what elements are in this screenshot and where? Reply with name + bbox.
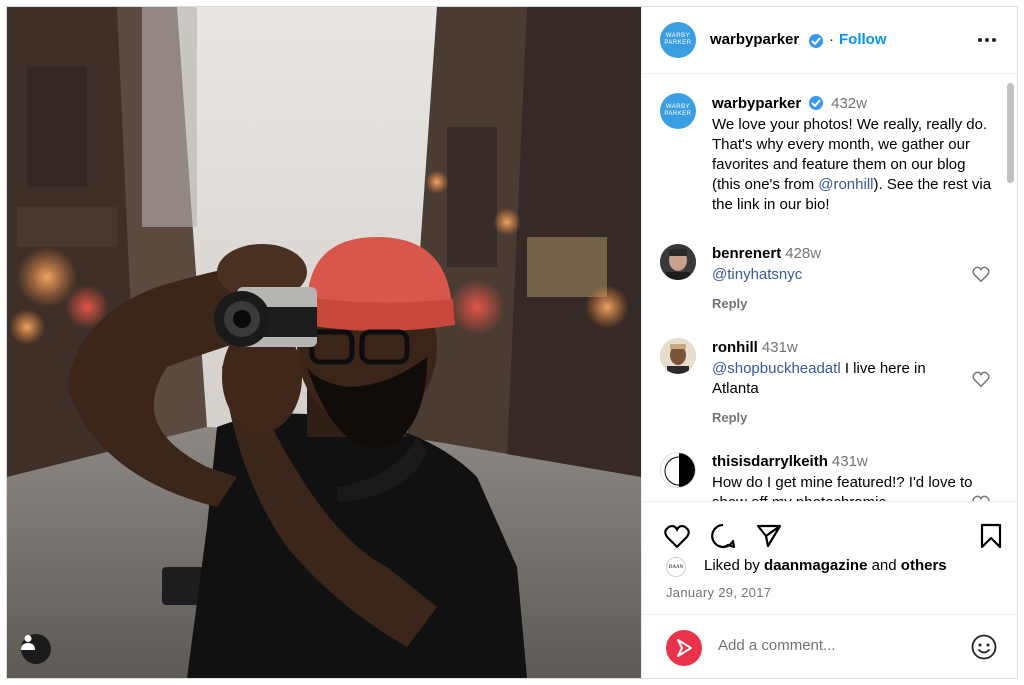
comment-time: 431w [831,453,868,470]
user-tag-icon[interactable] [21,634,51,664]
comment-username[interactable]: thisisdarrylkeith [712,453,828,470]
current-user-avatar[interactable] [666,630,702,666]
comment-time: 428w [785,245,822,262]
photo-illustration [7,7,641,678]
caption-time: 432w [831,95,867,112]
avatar-text-line-1: WARBY [665,33,691,39]
comment-username[interactable]: benrenert [712,245,781,262]
paper-plane-icon[interactable] [756,524,782,548]
reply-button[interactable]: Reply [712,410,747,425]
author-username[interactable]: warbyparker [710,31,799,48]
instagram-post-embed: WARBY PARKER warbyparker · Follow WARBY … [6,6,1018,679]
commenter-avatar[interactable] [660,452,696,488]
header-separator: · [829,31,834,48]
heart-icon[interactable] [972,371,990,387]
comment-composer: Add a comment... [642,614,1017,678]
caption-mention-link[interactable]: @ronhill [818,176,873,193]
comment-bubble-icon[interactable] [710,523,736,549]
comment-time: 431w [761,339,798,356]
heart-icon[interactable] [664,524,690,548]
likes-others-link[interactable]: others [901,557,947,574]
comment-text: How do I get mine featured!? I'd love to… [712,474,973,501]
smiley-icon[interactable] [971,634,997,660]
author-avatar[interactable]: WARBY PARKER [660,22,696,58]
liker-avatar-text: DAAN [668,564,684,570]
comment: ronhill 431w @shopbuckheadatl I live here… [712,339,962,399]
caption: warbyparker 432w We love your photos! We… [712,95,992,215]
liker-avatar[interactable]: DAAN [666,557,686,577]
comment-username[interactable]: ronhill [712,339,758,356]
bookmark-icon[interactable] [980,523,1002,549]
comment: benrenert 428w @tinyhatsnyc [712,245,952,285]
avatar-text-line-2: PARKER [664,40,692,46]
post-sidebar: WARBY PARKER warbyparker · Follow WARBY … [641,7,1017,678]
likes-prefix: Liked by [704,557,760,574]
caption-avatar[interactable]: WARBY PARKER [660,93,696,129]
post-photo[interactable] [7,7,641,678]
liker-username[interactable]: daanmagazine [764,557,867,574]
comment-input[interactable]: Add a comment... [718,637,836,654]
avatar-text-line-2: PARKER [664,111,692,117]
comment-mention-link[interactable]: @shopbuckheadatl [712,360,841,377]
likes-summary: Liked by daanmagazine and others [704,557,947,574]
avatar-text-line-1: WARBY [665,104,691,110]
likes-joiner: and [871,557,897,574]
comment-mention-link[interactable]: @tinyhatsnyc [712,266,802,283]
comment: thisisdarrylkeith 431w How do I get mine … [712,453,982,501]
heart-icon[interactable] [972,266,990,282]
commenter-avatar[interactable] [660,338,696,374]
follow-button[interactable]: Follow [839,31,887,48]
verified-badge-icon [808,96,823,110]
more-horizontal-icon[interactable] [972,27,1002,53]
reply-button[interactable]: Reply [712,296,747,311]
post-actions: DAAN Liked by daanmagazine and others Ja… [642,501,1017,678]
post-header: WARBY PARKER warbyparker · Follow [642,7,1017,74]
verified-badge-icon [809,34,823,48]
commenter-avatar[interactable] [660,244,696,280]
comments-list[interactable]: WARBY PARKER warbyparker 432w We love yo… [642,75,1017,501]
comments-scrollbar[interactable] [1007,83,1014,183]
post-date: January 29, 2017 [666,585,772,600]
caption-text: We love your photos! We really, really d… [712,115,992,215]
caption-username[interactable]: warbyparker [712,95,801,112]
